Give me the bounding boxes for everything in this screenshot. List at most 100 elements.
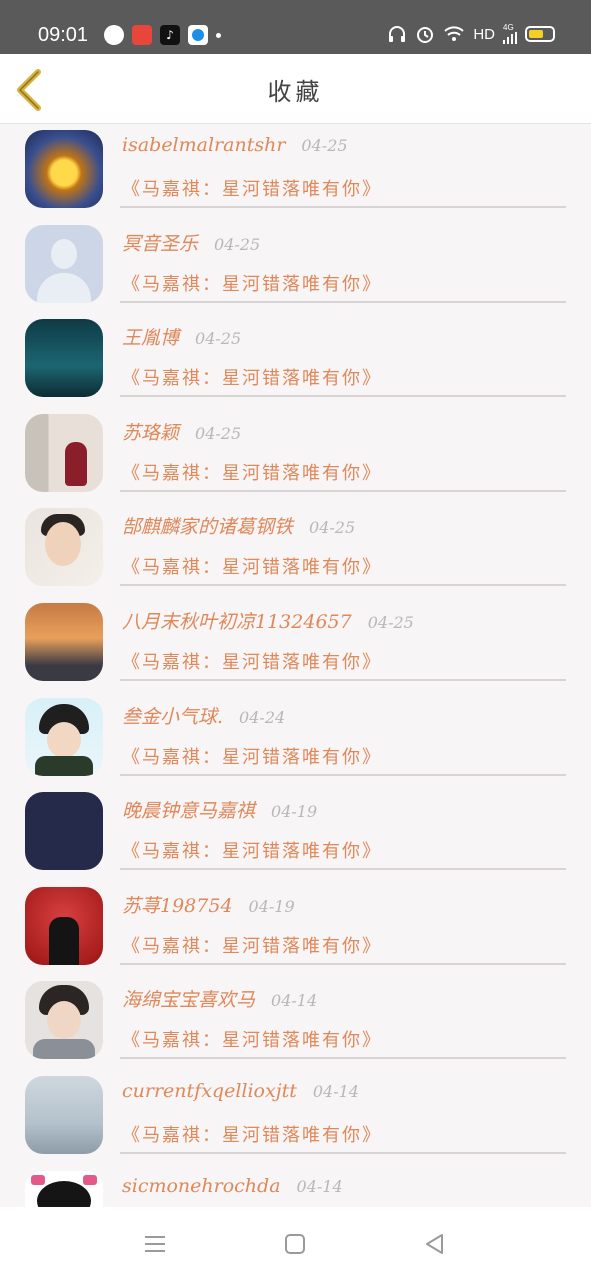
username[interactable]: 晚晨钟意马嘉祺 <box>122 796 255 823</box>
divider <box>120 1151 566 1154</box>
divider <box>120 868 566 871</box>
top-app-bar: 收藏 <box>0 54 591 124</box>
avatar[interactable] <box>25 413 103 492</box>
divider <box>120 1057 566 1060</box>
work-title[interactable]: 《马嘉祺：星河错落唯有你》 <box>122 743 382 769</box>
list-item[interactable]: isabelmalrantshr 04-25 《马嘉祺：星河错落唯有你》 <box>0 125 591 220</box>
favorites-list: isabelmalrantshr 04-25 《马嘉祺：星河错落唯有你》 冥音圣… <box>0 125 591 1207</box>
battery-icon <box>525 26 555 42</box>
app-icon-red <box>132 25 152 45</box>
list-item[interactable]: 冥音圣乐 04-25 《马嘉祺：星河错落唯有你》 <box>0 220 591 315</box>
avatar[interactable] <box>25 697 103 776</box>
user-meta: 八月末秋叶初凉11324657 04-25 <box>122 607 414 633</box>
date: 04-25 <box>367 612 414 632</box>
home-square-icon[interactable] <box>282 1231 308 1257</box>
user-meta: 叁金小气球. 04-24 <box>122 702 285 728</box>
list-item[interactable]: 郜麒麟家的诸葛钢铁 04-25 《马嘉祺：星河错落唯有你》 <box>0 503 591 598</box>
avatar[interactable] <box>25 1170 103 1207</box>
username[interactable]: 苏荨198754 <box>122 891 233 918</box>
headphones-icon <box>389 26 406 42</box>
list-item[interactable]: 王胤博 04-25 《马嘉祺：星河错落唯有你》 <box>0 314 591 409</box>
wifi-icon <box>444 26 465 41</box>
list-item[interactable]: 晚晨钟意马嘉祺 04-19 《马嘉祺：星河错落唯有你》 <box>0 787 591 882</box>
divider <box>120 584 566 587</box>
divider <box>120 300 566 303</box>
divider <box>120 962 566 965</box>
signal-type-label: 4G <box>503 23 514 32</box>
date: 04-14 <box>312 1081 359 1101</box>
status-bar: 09:01 ♪ HD 4G <box>0 0 591 54</box>
work-title[interactable]: 《马嘉祺：星河错落唯有你》 <box>122 932 382 958</box>
divider <box>120 206 566 208</box>
username[interactable]: 苏珞颖 <box>122 418 179 445</box>
username[interactable]: 叁金小气球. <box>122 702 223 729</box>
user-meta: 冥音圣乐 04-25 <box>122 229 260 255</box>
list-item[interactable]: 八月末秋叶初凉11324657 04-25 《马嘉祺：星河错落唯有你》 <box>0 598 591 693</box>
list-item[interactable]: 海绵宝宝喜欢马 04-14 《马嘉祺：星河错落唯有你》 <box>0 976 591 1071</box>
avatar[interactable] <box>25 981 103 1060</box>
work-title[interactable]: 《马嘉祺：星河错落唯有你》 <box>122 648 382 674</box>
more-notifications-dot <box>216 32 221 38</box>
user-meta: 王胤博 04-25 <box>122 323 241 349</box>
work-title[interactable]: 《马嘉祺：星河错落唯有你》 <box>122 364 382 390</box>
list-item[interactable]: 叁金小气球. 04-24 《马嘉祺：星河错落唯有你》 <box>0 693 591 788</box>
globe-icon <box>104 25 124 45</box>
list-item[interactable]: 苏荨198754 04-19 《马嘉祺：星河错落唯有你》 <box>0 882 591 977</box>
divider <box>120 773 566 776</box>
system-icons: HD 4G <box>387 24 555 44</box>
work-title[interactable]: 《马嘉祺：星河错落唯有你》 <box>122 837 382 863</box>
user-meta: currentfxqellioxjtt 04-14 <box>122 1080 359 1106</box>
back-triangle-icon[interactable] <box>422 1231 448 1257</box>
date: 04-14 <box>271 991 318 1011</box>
divider <box>120 395 566 398</box>
username[interactable]: currentfxqellioxjtt <box>122 1080 297 1102</box>
network-type-label: HD <box>473 25 495 43</box>
avatar[interactable] <box>25 1075 103 1154</box>
avatar[interactable] <box>25 319 103 398</box>
username[interactable]: isabelmalrantshr <box>122 134 285 156</box>
username[interactable]: 八月末秋叶初凉11324657 <box>122 607 352 634</box>
avatar[interactable] <box>25 602 103 681</box>
username[interactable]: 王胤博 <box>122 323 179 350</box>
username[interactable]: 海绵宝宝喜欢马 <box>122 985 255 1012</box>
work-title[interactable]: 《马嘉祺：星河错落唯有你》 <box>122 175 382 201</box>
avatar[interactable] <box>25 130 103 208</box>
work-title[interactable]: 《马嘉祺：星河错落唯有你》 <box>122 459 382 485</box>
date: 04-25 <box>301 136 348 155</box>
date: 04-25 <box>195 329 242 349</box>
date: 04-19 <box>271 802 318 822</box>
system-nav-bar <box>0 1207 591 1280</box>
avatar[interactable] <box>25 886 103 965</box>
list-item[interactable]: currentfxqellioxjtt 04-14 《马嘉祺：星河错落唯有你》 <box>0 1071 591 1166</box>
avatar[interactable] <box>25 508 103 587</box>
username[interactable]: sicmonehrochda <box>122 1175 281 1197</box>
user-meta: 晚晨钟意马嘉祺 04-19 <box>122 796 317 822</box>
date: 04-25 <box>195 423 242 443</box>
user-meta: 海绵宝宝喜欢马 04-14 <box>122 985 317 1011</box>
status-time: 09:01 <box>38 24 89 46</box>
user-meta: 郜麒麟家的诸葛钢铁 04-25 <box>122 512 355 538</box>
work-title[interactable]: 《马嘉祺：星河错落唯有你》 <box>122 270 382 296</box>
user-meta: isabelmalrantshr 04-25 <box>122 134 348 160</box>
user-meta: 苏珞颖 04-25 <box>122 418 241 444</box>
avatar[interactable] <box>25 224 103 303</box>
menu-icon[interactable] <box>142 1231 168 1257</box>
username[interactable]: 冥音圣乐 <box>122 229 198 256</box>
work-title[interactable]: 《马嘉祺：星河错落唯有你》 <box>122 553 382 579</box>
divider <box>120 678 566 681</box>
user-meta: 苏荨198754 04-19 <box>122 891 295 917</box>
date: 04-19 <box>248 896 295 916</box>
signal-icon: 4G <box>503 24 517 44</box>
date: 04-25 <box>214 234 261 254</box>
tiktok-icon: ♪ <box>160 25 180 45</box>
avatar[interactable] <box>25 792 103 871</box>
date: 04-25 <box>309 518 356 538</box>
work-title[interactable]: 《马嘉祺：星河错落唯有你》 <box>122 1026 382 1052</box>
page-title: 收藏 <box>267 78 324 106</box>
app-icon-blue <box>188 25 208 45</box>
list-item[interactable]: 苏珞颖 04-25 《马嘉祺：星河错落唯有你》 <box>0 409 591 504</box>
list-item[interactable]: sicmonehrochda 04-14 <box>0 1166 591 1207</box>
username[interactable]: 郜麒麟家的诸葛钢铁 <box>122 512 293 539</box>
divider <box>120 489 566 492</box>
work-title[interactable]: 《马嘉祺：星河错落唯有你》 <box>122 1121 382 1147</box>
